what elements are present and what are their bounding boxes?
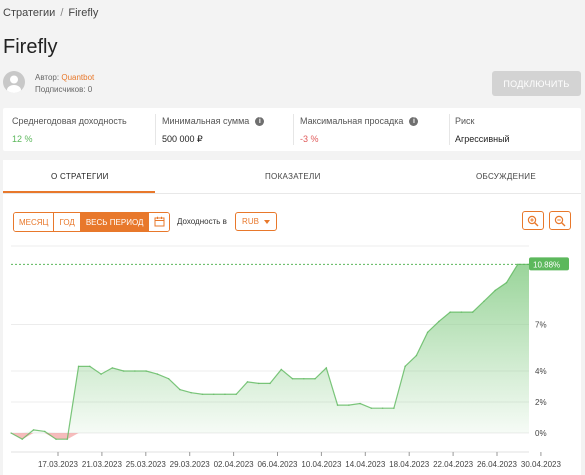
x-tick-label: 02.04.2023 [214, 460, 255, 469]
metric-label: Максимальная просадка [300, 116, 404, 126]
data-point [302, 377, 305, 380]
data-point [415, 354, 418, 357]
data-point [43, 430, 46, 433]
data-point [156, 373, 159, 375]
series-area-negative [11, 433, 529, 440]
breadcrumb-current: Firefly [68, 7, 99, 19]
x-tick-label: 17.03.2023 [38, 460, 79, 469]
data-point [66, 438, 69, 441]
metric-label: Риск [455, 116, 475, 126]
x-tick-label: 22.04.2023 [433, 460, 474, 469]
data-point [516, 263, 519, 266]
x-tick-label: 21.03.2023 [82, 460, 123, 469]
data-point [325, 367, 328, 369]
x-tick-label: 14.04.2023 [345, 460, 386, 469]
data-point [314, 377, 316, 380]
data-point [269, 382, 271, 385]
metric-label: Среднегодовая доходность [12, 116, 127, 126]
data-point [145, 370, 147, 372]
data-point [122, 370, 125, 372]
data-point [381, 407, 384, 409]
data-point [134, 370, 136, 372]
x-tick-label: 25.03.2023 [126, 460, 167, 469]
data-point [471, 311, 474, 313]
author-link[interactable]: Quantbot [61, 73, 94, 82]
metric-annual-yield: Среднегодовая доходность 12 % [12, 116, 127, 144]
breadcrumb-separator: / [60, 7, 64, 19]
metric-min-sum: Минимальная сумма i 500 000 ₽ [162, 116, 265, 145]
page-title: Firefly [3, 36, 58, 58]
x-tick-label: 06.04.2023 [257, 460, 298, 469]
info-icon[interactable]: i [255, 116, 265, 126]
data-point [393, 407, 395, 409]
data-point [257, 382, 260, 385]
data-point [359, 402, 361, 405]
x-tick-label: 26.04.2023 [477, 460, 518, 469]
breadcrumb: Стратегии / Firefly [3, 7, 98, 19]
user-icon [7, 75, 21, 93]
data-point [370, 407, 373, 409]
y-tick-label: 4% [535, 367, 547, 376]
data-point [280, 368, 283, 371]
divider [293, 114, 294, 145]
metric-value: -3 % [300, 134, 319, 144]
data-point [404, 365, 406, 368]
data-point [426, 331, 429, 334]
data-point [201, 393, 204, 396]
data-point [111, 367, 114, 369]
divider [155, 114, 156, 145]
data-point [10, 432, 12, 434]
connect-button[interactable]: ПОДКЛЮЧИТЬ [492, 71, 581, 96]
data-point [55, 438, 57, 441]
data-point [167, 377, 170, 380]
strategy-card: О СТРАТЕГИИ ПОКАЗАТЕЛИ ОБСУЖДЕНИЕ МЕСЯЦ … [3, 160, 581, 475]
y-tick-label: 7% [535, 321, 547, 330]
data-point [460, 311, 463, 313]
data-point [494, 289, 497, 292]
metric-value: Агрессивный [455, 134, 510, 144]
data-point [483, 300, 485, 303]
metric-label: Минимальная сумма [162, 116, 250, 126]
subscribers-count: Подписчиков: 0 [35, 85, 93, 94]
data-point [212, 393, 215, 396]
series-area-positive [11, 264, 529, 433]
data-point [77, 365, 80, 368]
y-tick-label: 0% [535, 429, 547, 438]
data-point [100, 373, 102, 375]
info-icon[interactable]: i [409, 116, 419, 126]
metric-max-drawdown: Максимальная просадка i -3 % [300, 116, 419, 144]
data-point [89, 365, 91, 368]
data-point [190, 391, 192, 394]
author-info: Автор: Quantbot Подписчиков: 0 [35, 72, 94, 96]
data-point [449, 311, 451, 313]
data-point [235, 393, 238, 396]
data-point [505, 281, 508, 284]
data-point [246, 381, 249, 383]
data-point [21, 438, 24, 441]
data-point [348, 404, 350, 406]
data-point [438, 320, 440, 323]
metric-value: 12 % [12, 134, 33, 144]
x-tick-label: 18.04.2023 [389, 460, 430, 469]
current-value-label: 10.88% [533, 260, 560, 269]
metrics-panel: Среднегодовая доходность 12 % Минимальна… [3, 108, 581, 151]
data-point [224, 393, 226, 396]
breadcrumb-link-strategies[interactable]: Стратегии [3, 7, 55, 19]
metric-risk: Риск Агрессивный [455, 116, 510, 144]
author-prefix: Автор: [35, 73, 60, 82]
data-point [179, 388, 181, 391]
y-tick-label: 2% [535, 398, 547, 407]
data-point [336, 404, 339, 406]
avatar [3, 71, 25, 93]
metric-value: 500 000 ₽ [162, 134, 203, 144]
divider [449, 114, 450, 145]
data-point [32, 429, 35, 431]
data-point [291, 377, 294, 380]
x-tick-label: 29.03.2023 [170, 460, 211, 469]
x-tick-label: 10.04.2023 [301, 460, 342, 469]
yield-chart[interactable]: 0% 2% 4% 7% 10.88% 17.03.2023 21.03.2023 25.03.… [3, 160, 581, 475]
x-tick-label: 30.04.2023 [521, 460, 562, 469]
